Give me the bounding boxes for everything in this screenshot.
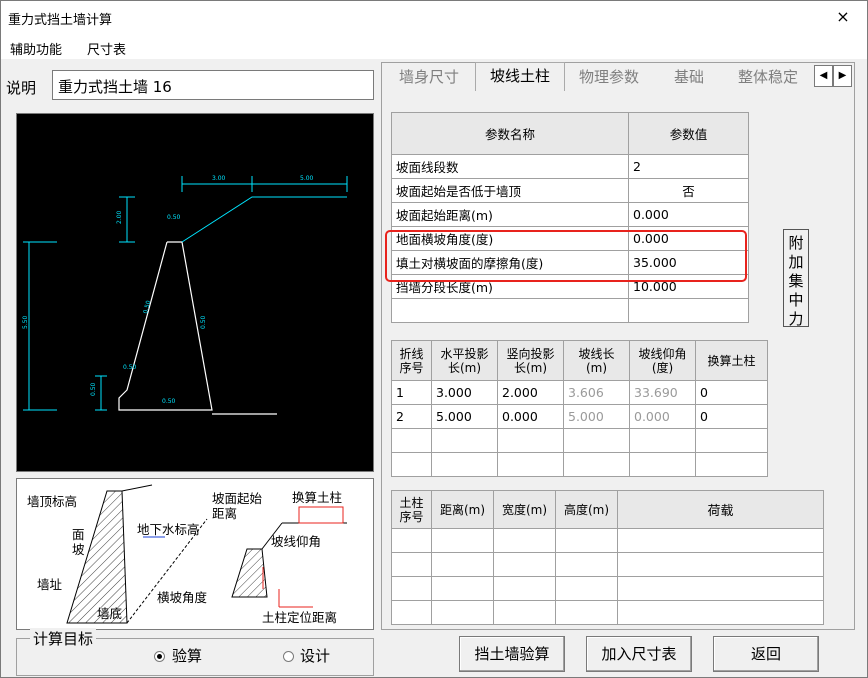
slope-cell[interactable]: 0 [695,404,768,429]
table-row [391,600,824,625]
slope-cell[interactable]: 0 [695,380,768,405]
description-value: 重力式挡土墙 16 [58,78,172,96]
tab-physical[interactable]: 物理参数 [565,64,653,90]
check-wall-button[interactable]: 挡土墙验算 [459,636,565,672]
cad-wall-drawing: 3.00 5.00 2.00 0.50 5.50 0.50 0.50 0.50 … [22,175,348,415]
radio-check[interactable] [154,651,165,662]
cad-dim-label: 3.00 [212,175,226,182]
diagram-label: 墙顶标高 [27,494,78,509]
highlight-box [385,230,747,282]
param-name [391,298,629,323]
radio-check-label[interactable]: 验算 [172,645,202,666]
close-icon[interactable]: × [832,6,854,28]
slope-cell[interactable]: 2.000 [497,380,564,405]
param-table: 参数名称 参数值 坡面线段数 2 坡面起始是否低于墙顶否 坡面起始距离(m) 0.0… [391,112,749,323]
slope-cell: 2 [391,404,432,429]
param-name: 坡面起始距离(m) [391,202,629,227]
param-header-name: 参数名称 [391,112,629,155]
slope-header: 坡线长(m) [563,340,630,381]
additional-force-button[interactable]: 附加集中力 [783,229,809,328]
diagram-label: 土柱定位距离 [262,610,338,625]
param-header-value: 参数值 [628,112,749,155]
tab-wall-size[interactable]: 墙身尺寸 [385,64,473,90]
table-row [391,576,824,601]
slope-cell: 5.000 [563,404,630,429]
param-name: 坡面起始是否低于墙顶 [391,178,629,203]
diagram-label: 地下水标高 [137,522,200,537]
table-row: 坡面起始距离(m) 0.000 [391,202,749,227]
tab-overall-stability[interactable]: 整体稳定 [725,64,811,90]
slope-header: 折线序号 [391,340,432,381]
table-row [391,298,749,323]
cad-dim-label: 0.50 [162,398,176,405]
soil-header: 荷载 [617,490,824,529]
diagram-panel: 墙顶标高 坡面起始距离 换算土柱 面坡 地下水标高 坡线仰角 墙址 横坡角度 墙… [16,478,374,630]
cad-dim-label: 5.00 [300,175,314,182]
cad-dim-label: 2.00 [116,210,123,224]
description-label: 说明 [6,79,37,97]
calc-target-label: 计算目标 [30,628,97,649]
slope-header: 坡线仰角(度) [629,340,696,381]
table-row: 坡面起始是否低于墙顶否 [391,178,749,203]
back-button[interactable]: 返回 [713,636,819,672]
param-value-cell[interactable]: 2 [628,154,749,179]
soil-header: 高度(m) [555,490,618,529]
slope-header: 换算土柱 [695,340,768,381]
cad-dim-label: 0.50 [90,382,97,396]
slope-cell: 3.606 [563,380,630,405]
title-bar [1,1,867,35]
diagram-label: 横坡角度 [157,590,208,605]
cad-dim-label: 0.50 [167,214,181,221]
soil-header: 距离(m) [431,490,494,529]
slope-cell[interactable]: 3.000 [431,380,498,405]
menu-aux-functions[interactable]: 辅助功能 [10,39,62,58]
cad-drawing-canvas: 3.00 5.00 2.00 0.50 5.50 0.50 0.50 0.50 … [16,113,374,472]
table-row: 1 3.000 2.000 3.606 33.690 0 [391,380,768,405]
tab-scroll-left-icon[interactable]: ◀ [814,65,833,87]
diagram-label: 坡面起始距离 [212,491,263,521]
slope-table: 折线序号 水平投影长(m) 竖向投影长(m) 坡线长(m) 坡线仰角(度) 换算… [391,340,768,477]
slope-cell[interactable]: 0.000 [497,404,564,429]
menu-bar [1,35,867,59]
soil-column-table: 土柱序号 距离(m) 宽度(m) 高度(m) 荷载 [391,490,824,625]
slope-cell: 1 [391,380,432,405]
description-input[interactable]: 重力式挡土墙 16 [52,70,374,100]
param-name: 坡面线段数 [391,154,629,179]
cad-dim-label: 0.50 [142,300,152,315]
cad-dim-label: 0.50 [200,315,207,329]
tab-slope-soil[interactable]: 坡线土柱 [475,62,565,91]
table-row: 2 5.000 0.000 5.000 0.000 0 [391,404,768,429]
slope-header: 竖向投影长(m) [497,340,564,381]
radio-design-label[interactable]: 设计 [300,645,330,666]
slope-cell: 0.000 [629,404,696,429]
slope-cell: 33.690 [629,380,696,405]
param-value-cell[interactable]: 否 [628,178,749,203]
diagram-label: 换算土柱 [292,490,343,505]
table-row [391,428,768,453]
slope-cell[interactable]: 5.000 [431,404,498,429]
table-row [391,452,768,477]
window-title: 重力式挡土墙计算 [8,13,113,28]
tab-strip: 墙身尺寸 坡线土柱 物理参数 基础 整体稳定 [385,62,825,92]
slope-header: 水平投影长(m) [431,340,498,381]
table-row [391,528,824,553]
cad-dim-label: 0.50 [123,364,137,371]
menu-size-table[interactable]: 尺寸表 [87,39,126,58]
cad-dim-label: 5.50 [22,315,29,329]
table-row [391,552,824,577]
additional-force-label: 附加集中力 [788,234,804,328]
diagram-label: 坡线仰角 [271,534,322,549]
add-size-table-button[interactable]: 加入尺寸表 [586,636,692,672]
soil-header: 宽度(m) [493,490,556,529]
param-value-cell[interactable]: 0.000 [628,202,749,227]
tab-scroll-right-icon[interactable]: ▶ [833,65,852,87]
soil-header: 土柱序号 [391,490,432,529]
diagram-label: 墙底 [97,606,123,621]
diagram-label: 面坡 [72,527,85,557]
tab-foundation[interactable]: 基础 [655,64,723,90]
diagram-label: 墙址 [37,577,63,592]
table-row: 坡面线段数 2 [391,154,749,179]
param-value-cell[interactable] [628,298,749,323]
radio-design[interactable] [283,651,294,662]
